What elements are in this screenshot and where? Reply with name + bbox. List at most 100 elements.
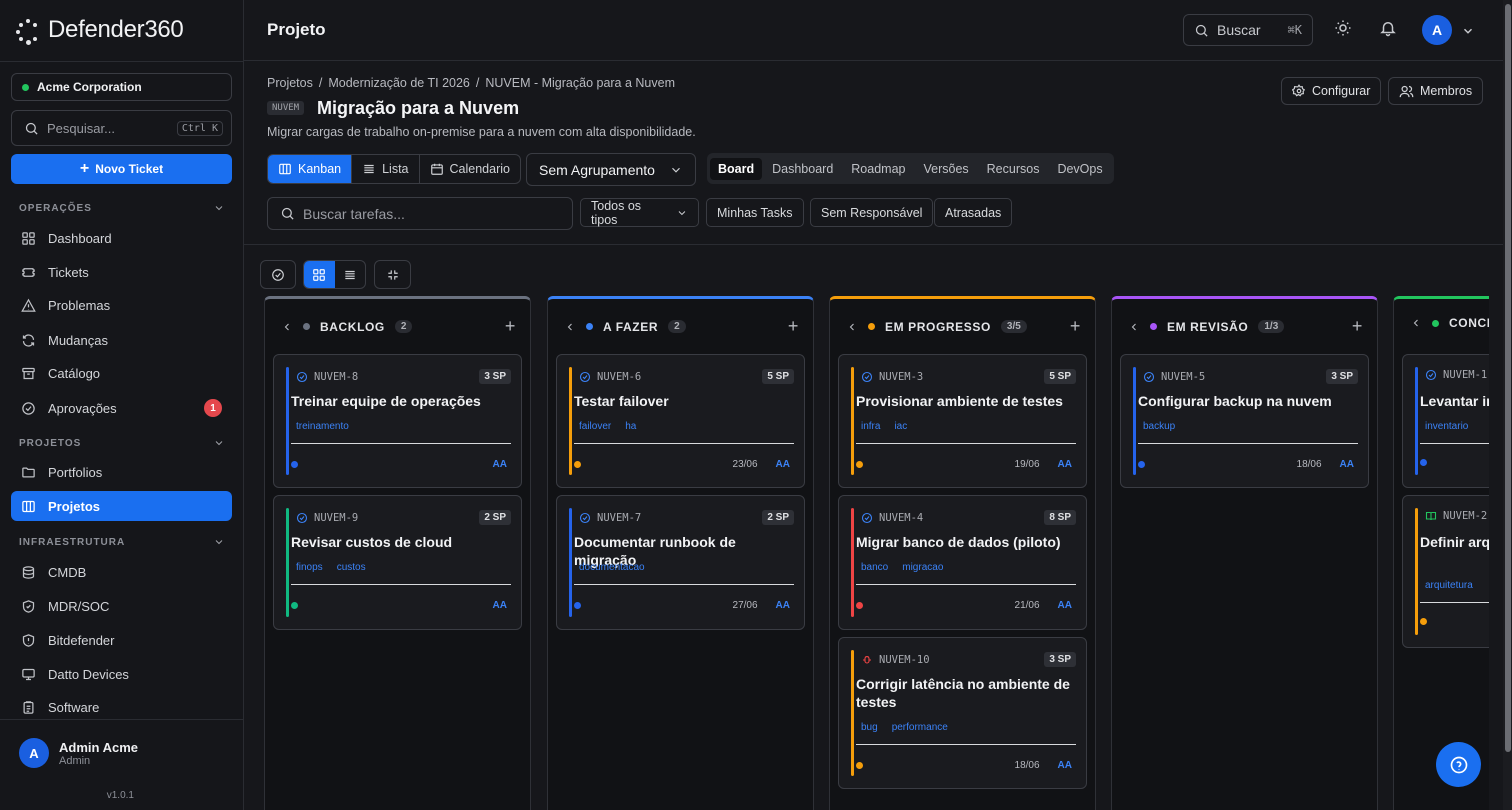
kanban-card[interactable]: NUVEM-8 3 SP Treinar equipe de operações tr… [273,354,522,488]
priority-dot [574,602,581,609]
collapse-all-button[interactable] [374,260,411,289]
view-mode-kanban[interactable]: Kanban [268,155,353,183]
sidebar-search[interactable]: Pesquisar... Ctrl K [11,110,232,146]
page-scrollbar[interactable] [1503,0,1512,810]
section-infraestrutura[interactable]: INFRAESTRUTURA [19,536,225,548]
tab-dashboard[interactable]: Dashboard [764,158,841,180]
kanban-card[interactable]: NUVEM-6 5 SP Testar failover failover ha 23/0… [556,354,805,488]
view-mode-lista[interactable]: Lista [352,155,420,183]
tab-versoes[interactable]: Versões [915,158,976,180]
task-search-input[interactable]: Buscar tarefas... [267,197,573,230]
column-collapse-button[interactable] [1128,321,1140,333]
assignee-initials[interactable]: AA [1058,600,1072,611]
card-priority-bar [851,367,854,475]
members-button[interactable]: Membros [1388,77,1484,105]
sidebar-item-mdr-soc[interactable]: MDR/SOC [11,591,232,621]
add-card-button[interactable]: + [788,316,799,337]
column-collapse-button[interactable] [564,321,576,333]
sidebar-item-datto-devices[interactable]: Datto Devices [11,659,232,689]
tab-board[interactable]: Board [710,157,763,180]
tab-roadmap[interactable]: Roadmap [843,158,913,180]
list-density-button[interactable] [335,261,366,288]
column-count-badge: 1/3 [1258,320,1285,333]
check-circle-icon [22,401,35,415]
sidebar-item-tickets[interactable]: Tickets [11,257,232,287]
org-status-dot [22,83,29,91]
sidebar-item-projetos[interactable]: Projetos [11,491,232,521]
new-ticket-button[interactable]: + Novo Ticket [11,154,232,184]
assignee-initials[interactable]: AA [1340,459,1354,470]
search-icon [25,122,38,135]
bell-icon[interactable] [1379,19,1397,37]
assignee-initials[interactable]: AA [493,600,507,611]
scrollbar-thumb[interactable] [1505,4,1511,752]
sidebar-item-bitdefender[interactable]: Bitdefender [11,625,232,655]
card-header: NUVEM-6 5 SP [579,369,794,384]
sidebar-item-problemas[interactable]: Problemas [11,290,232,320]
add-card-button[interactable]: + [505,316,516,337]
sidebar-item-aprovacoes[interactable]: Aprovações 1 [11,393,232,423]
assignee-initials[interactable]: AA [776,600,790,611]
assignee-initials[interactable]: AA [1058,760,1072,771]
card-id: NUVEM-1 [1443,369,1488,381]
kanban-card[interactable]: NUVEM-5 3 SP Configurar backup na nuvem bac… [1120,354,1369,488]
sidebar-item-mudancas[interactable]: Mudanças [11,325,232,355]
org-switcher[interactable]: Acme Corporation [11,73,232,101]
chevron-down-icon[interactable] [1461,24,1475,38]
help-button[interactable] [1436,742,1481,787]
add-card-button[interactable]: + [1070,316,1081,337]
card-footer: AA [291,459,507,470]
card-footer: 27/06 AA [574,600,790,611]
app-logo[interactable]: Defender360 [16,16,184,45]
check-circle-icon [296,512,308,523]
grid-density-button[interactable] [304,261,335,288]
kanban-card[interactable]: NUVEM-2 Definir arqu nuvem arquitetura [1402,495,1489,648]
breadcrumb-program[interactable]: Modernização de TI 2026 [328,76,470,90]
kanban-card[interactable]: NUVEM-10 3 SP Corrigir latência no ambient… [838,637,1087,789]
user-profile[interactable]: A Admin Acme Admin [19,738,138,768]
sidebar-item-dashboard[interactable]: Dashboard [11,223,232,253]
add-card-button[interactable]: + [1352,316,1363,337]
grouping-select[interactable]: Sem Agrupamento [526,153,696,186]
view-mode-calendario[interactable]: Calendario [420,155,520,183]
assignee-initials[interactable]: AA [1058,459,1072,470]
kanban-card[interactable]: NUVEM-1 Levantar in inventario [1402,354,1489,488]
tab-devops[interactable]: DevOps [1049,158,1110,180]
card-tags: documentacao [579,562,645,573]
sidebar-item-software[interactable]: Software [11,692,232,722]
filter-minhas-tasks[interactable]: Minhas Tasks [706,198,804,227]
column-collapse-button[interactable] [846,321,858,333]
tab-recursos[interactable]: Recursos [979,158,1048,180]
type-filter-select[interactable]: Todos os tipos [580,198,699,227]
shield-check-icon [22,599,35,613]
story-points-badge: 2 SP [479,510,511,525]
card-divider [856,744,1076,745]
section-projetos[interactable]: PROJETOS [19,437,225,449]
user-menu-avatar[interactable]: A [1422,15,1452,45]
global-search-button[interactable]: Buscar ⌘K [1183,14,1313,46]
list-icon [364,164,374,174]
kanban-card[interactable]: NUVEM-7 2 SP Documentar runbook de migraçã… [556,495,805,630]
sidebar-item-portfolios[interactable]: Portfolios [11,457,232,487]
section-label: PROJETOS [19,437,82,449]
filter-atrasadas[interactable]: Atrasadas [934,198,1013,227]
assignee-initials[interactable]: AA [776,459,790,470]
due-date: 23/06 [732,459,758,470]
column-collapse-button[interactable] [281,321,293,333]
column-header: EM PROGRESSO 3/5 + [846,316,1081,337]
configure-button[interactable]: Configurar [1281,77,1382,105]
sun-icon[interactable] [1334,19,1352,37]
column-collapse-button[interactable] [1410,317,1422,329]
kanban-card[interactable]: NUVEM-3 5 SP Provisionar ambiente de teste… [838,354,1087,488]
column-title: CONCL [1449,316,1489,330]
breadcrumb-project[interactable]: NUVEM - Migração para a Nuvem [485,76,675,90]
filter-sem-responsavel[interactable]: Sem Responsável [810,198,934,227]
sidebar-item-cmdb[interactable]: CMDB [11,557,232,587]
assignee-initials[interactable]: AA [493,459,507,470]
kanban-card[interactable]: NUVEM-9 2 SP Revisar custos de cloud finops… [273,495,522,630]
select-mode-button[interactable] [260,260,296,289]
kanban-card[interactable]: NUVEM-4 8 SP Migrar banco de dados (piloto… [838,495,1087,630]
section-operacoes[interactable]: OPERAÇÕES [19,202,225,214]
sidebar-item-catalogo[interactable]: Catálogo [11,358,232,388]
breadcrumb-projetos[interactable]: Projetos [267,76,313,90]
